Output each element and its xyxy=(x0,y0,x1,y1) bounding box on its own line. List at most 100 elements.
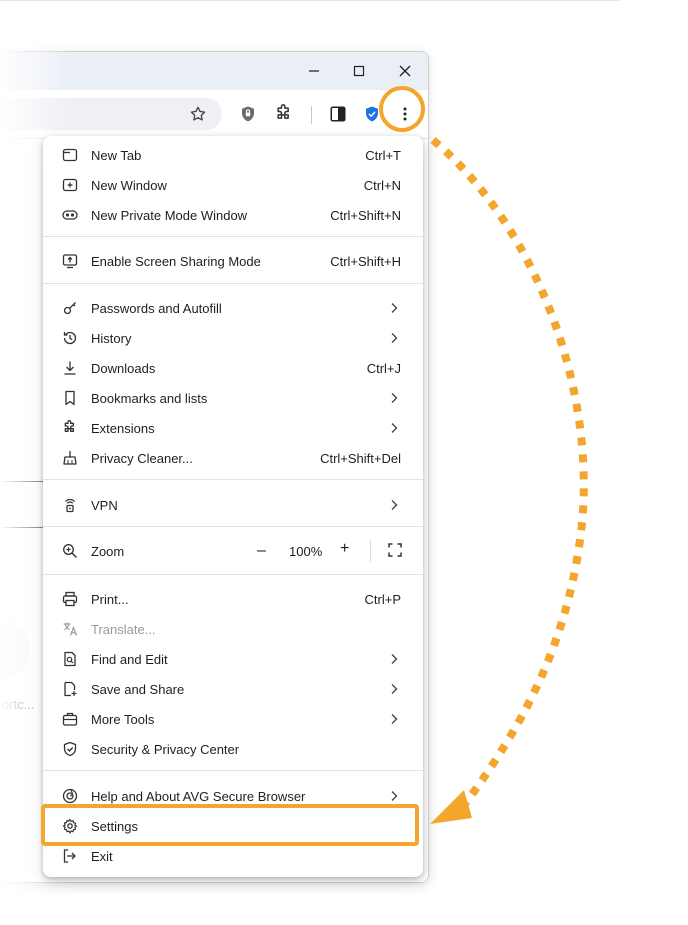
menu-item-shortcut: Ctrl+Shift+N xyxy=(330,207,401,223)
menu-item-translate[interactable]: Translate... xyxy=(43,614,423,644)
menu-item-label: New Window xyxy=(91,177,167,193)
settings-highlight xyxy=(41,804,419,846)
menu-separator xyxy=(43,283,423,284)
avg-logo-icon xyxy=(62,788,78,804)
extensions-button[interactable] xyxy=(272,102,296,126)
shield-lock-icon xyxy=(242,106,254,122)
menu-item-label: Privacy Cleaner... xyxy=(91,450,193,466)
shortcut-tile[interactable] xyxy=(0,619,30,679)
page-divider xyxy=(0,481,44,482)
screen-share-icon xyxy=(62,253,78,269)
page-divider xyxy=(0,527,44,528)
menu-item-history[interactable]: History xyxy=(43,323,423,353)
minimize-button[interactable] xyxy=(302,60,326,82)
menu-item-save-share[interactable]: Save and Share xyxy=(43,674,423,704)
sidebar-icon xyxy=(330,106,346,122)
menu-item-more-tools[interactable]: More Tools xyxy=(43,704,423,734)
menu-item-label: Enable Screen Sharing Mode xyxy=(91,253,261,269)
find-icon xyxy=(62,651,78,667)
zoom-level: 100% xyxy=(289,543,323,559)
menu-separator xyxy=(43,479,423,480)
chevron-right-icon xyxy=(389,497,399,513)
menu-item-label: New Tab xyxy=(91,147,142,163)
top-divider xyxy=(0,0,620,1)
new-window-icon xyxy=(62,177,78,193)
title-bar xyxy=(0,52,428,90)
menu-item-label: Bookmarks and lists xyxy=(91,390,208,406)
fullscreen-button[interactable] xyxy=(388,543,404,559)
menu-item-shortcut: Ctrl+Shift+Del xyxy=(320,450,401,466)
star-icon xyxy=(190,106,206,121)
maximize-button[interactable] xyxy=(347,60,371,82)
menu-separator xyxy=(43,770,423,771)
chevron-right-icon xyxy=(389,330,399,346)
menu-item-vpn[interactable]: VPN xyxy=(43,490,423,520)
menu-item-shortcut: Ctrl+Shift+H xyxy=(330,253,401,269)
menu-item-label: Security & Privacy Center xyxy=(91,741,240,757)
menu-item-label: Downloads xyxy=(91,360,156,376)
menu-item-shortcut: Ctrl+P xyxy=(364,591,401,607)
bookmark-icon xyxy=(62,390,78,406)
chevron-right-icon xyxy=(389,390,399,406)
history-icon xyxy=(62,330,78,346)
privacy-guard-button[interactable] xyxy=(236,102,260,126)
menu-item-new-private-window[interactable]: New Private Mode Window Ctrl+Shift+N xyxy=(43,200,423,230)
menu-item-label: Exit xyxy=(91,848,113,864)
menu-item-downloads[interactable]: Downloads Ctrl+J xyxy=(43,353,423,383)
menu-item-security-center[interactable]: Security & Privacy Center xyxy=(43,734,423,764)
exit-icon xyxy=(62,848,78,864)
close-button[interactable] xyxy=(393,60,417,82)
zoom-out-button[interactable]: – xyxy=(257,542,266,560)
menu-item-label: Translate... xyxy=(91,621,156,637)
print-icon xyxy=(62,591,78,607)
menu-button-highlight xyxy=(379,86,425,132)
menu-item-new-window[interactable]: New Window Ctrl+N xyxy=(43,170,423,200)
menu-separator xyxy=(43,574,423,575)
menu-item-extensions[interactable]: Extensions xyxy=(43,413,423,443)
chevron-right-icon xyxy=(389,681,399,697)
toolbox-icon xyxy=(62,711,78,727)
zoom-in-button[interactable]: + xyxy=(340,540,349,558)
menu-item-label: Print... xyxy=(91,591,129,607)
menu-item-label: Help and About AVG Secure Browser xyxy=(91,788,306,804)
broom-icon xyxy=(62,450,78,466)
extensions-icon xyxy=(62,420,78,436)
menu-item-label: Save and Share xyxy=(91,681,185,697)
menu-item-label: History xyxy=(91,330,132,346)
translate-icon xyxy=(62,621,78,637)
download-icon xyxy=(62,360,78,376)
zoom-icon xyxy=(62,543,78,559)
private-mode-icon xyxy=(62,207,78,223)
menu-item-find-edit[interactable]: Find and Edit xyxy=(43,644,423,674)
menu-item-shortcut: Ctrl+J xyxy=(366,360,401,376)
menu-item-label: VPN xyxy=(91,497,118,513)
bookmark-star-button[interactable] xyxy=(186,102,210,126)
menu-item-label: Find and Edit xyxy=(91,651,168,667)
menu-item-label: New Private Mode Window xyxy=(91,207,248,223)
shield-check-icon xyxy=(62,741,78,757)
new-tab-icon xyxy=(62,147,78,163)
toolbar xyxy=(0,90,428,138)
fullscreen-icon xyxy=(388,543,402,557)
zoom-separator xyxy=(370,540,371,562)
menu-item-label: Passwords and Autofill xyxy=(91,300,222,316)
puzzle-icon xyxy=(277,104,289,119)
chevron-right-icon xyxy=(389,300,399,316)
menu-separator xyxy=(43,236,423,237)
menu-item-new-tab[interactable]: New Tab Ctrl+T xyxy=(43,140,423,170)
shortcut-label: ortc... xyxy=(2,697,35,712)
menu-item-print[interactable]: Print... Ctrl+P xyxy=(43,584,423,614)
sidebar-button[interactable] xyxy=(326,102,350,126)
menu-item-privacy-cleaner[interactable]: Privacy Cleaner... Ctrl+Shift+Del xyxy=(43,443,423,473)
save-share-icon xyxy=(62,681,78,697)
menu-item-zoom: Zoom – 100% + xyxy=(43,536,423,566)
toolbar-separator xyxy=(311,106,312,124)
menu-item-screen-sharing[interactable]: Enable Screen Sharing Mode Ctrl+Shift+H xyxy=(43,246,423,276)
chevron-right-icon xyxy=(389,711,399,727)
menu-item-passwords[interactable]: Passwords and Autofill xyxy=(43,293,423,323)
menu-item-shortcut: Ctrl+T xyxy=(365,147,401,163)
menu-separator xyxy=(43,526,423,527)
menu-item-bookmarks[interactable]: Bookmarks and lists xyxy=(43,383,423,413)
chevron-right-icon xyxy=(389,420,399,436)
menu-item-shortcut: Ctrl+N xyxy=(363,177,401,193)
